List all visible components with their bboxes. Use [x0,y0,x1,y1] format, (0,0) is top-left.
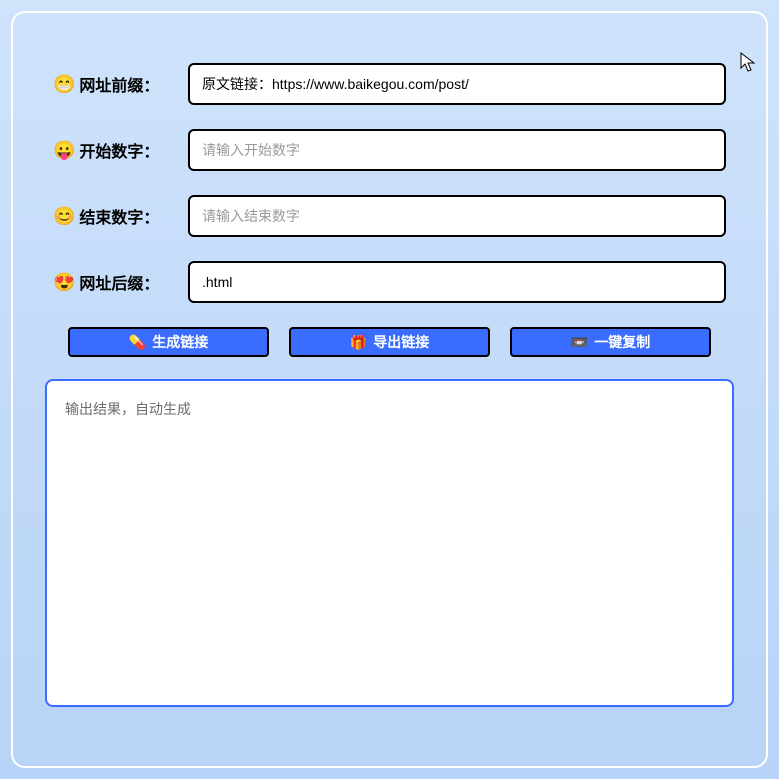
gift-icon: 🎁 [350,334,367,351]
blush-icon: 😊 [53,206,75,227]
label-prefix-text: 网址前缀： [79,72,159,96]
hearteyes-icon: 😍 [53,272,75,293]
input-start[interactable] [188,129,726,171]
generate-button-label: 生成链接 [152,332,208,352]
export-button[interactable]: 🎁 导出链接 [289,327,490,357]
export-button-label: 导出链接 [373,332,429,352]
label-prefix: 😁 网址前缀： [53,72,188,96]
copy-button[interactable]: 📼 一键复制 [510,327,711,357]
generate-button[interactable]: 💊 生成链接 [68,327,269,357]
label-suffix-text: 网址后缀： [79,270,159,294]
row-start: 😛 开始数字： [53,129,726,171]
label-suffix: 😍 网址后缀： [53,270,188,294]
label-start-text: 开始数字： [79,138,159,162]
row-suffix: 😍 网址后缀： [53,261,726,303]
tape-icon: 📼 [571,334,588,351]
grin-icon: 😁 [53,74,75,95]
form-area: 😁 网址前缀： 😛 开始数字： 😊 结束数字： 😍 网址后缀： [13,13,766,303]
button-row: 💊 生成链接 🎁 导出链接 📼 一键复制 [13,327,766,357]
label-start: 😛 开始数字： [53,138,188,162]
copy-button-label: 一键复制 [594,332,650,352]
main-panel: 😁 网址前缀： 😛 开始数字： 😊 结束数字： 😍 网址后缀： [11,11,768,768]
pill-icon: 💊 [129,334,146,351]
input-suffix[interactable] [188,261,726,303]
input-end[interactable] [188,195,726,237]
row-end: 😊 结束数字： [53,195,726,237]
output-textarea[interactable] [45,379,734,707]
input-prefix[interactable] [188,63,726,105]
label-end-text: 结束数字： [79,204,159,228]
tongue-icon: 😛 [53,140,75,161]
label-end: 😊 结束数字： [53,204,188,228]
row-prefix: 😁 网址前缀： [53,63,726,105]
